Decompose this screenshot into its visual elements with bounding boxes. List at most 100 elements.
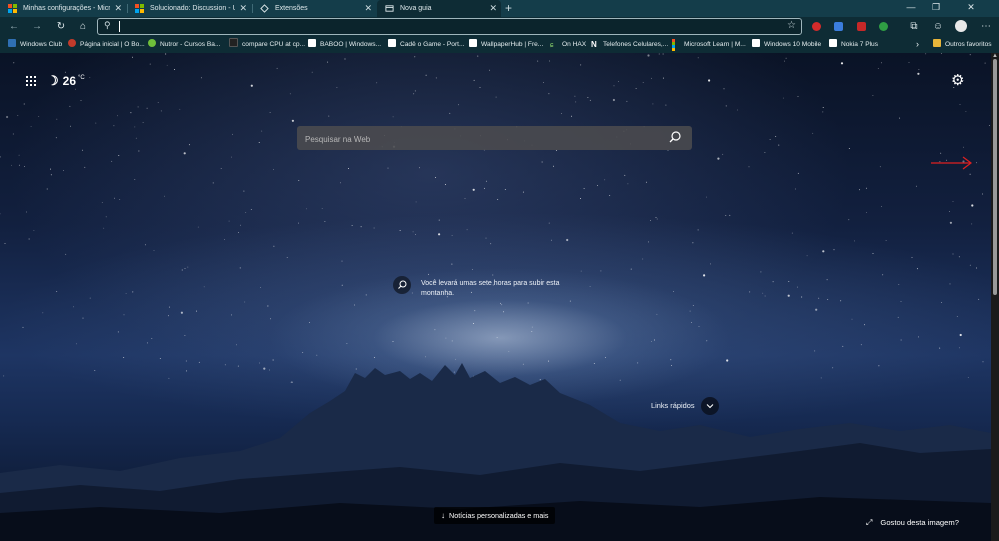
star-dot bbox=[341, 284, 343, 286]
translate-extension-icon[interactable] bbox=[834, 22, 843, 31]
minimize-window-icon[interactable]: — bbox=[900, 0, 922, 17]
apps-launcher-icon[interactable] bbox=[26, 76, 36, 86]
star-dot bbox=[142, 122, 144, 123]
star-dot bbox=[662, 77, 664, 79]
site-favicon-icon bbox=[229, 38, 238, 47]
other-favorites[interactable]: Outros favoritos bbox=[933, 36, 992, 53]
star-dot bbox=[123, 314, 125, 316]
star-dot bbox=[978, 298, 980, 300]
star-dot bbox=[692, 304, 694, 306]
star-dot bbox=[959, 104, 961, 106]
bookmark-item[interactable]: N Telefones Celulares,... bbox=[591, 36, 668, 53]
star-dot bbox=[76, 343, 77, 345]
star-dot bbox=[851, 318, 853, 320]
web-search-input[interactable] bbox=[303, 130, 657, 148]
feedback-icon[interactable]: ☺ bbox=[930, 17, 946, 36]
pdf-extension-icon[interactable] bbox=[857, 22, 866, 31]
star-dot bbox=[897, 316, 899, 318]
page-scrollbar[interactable]: ▲ bbox=[991, 53, 999, 541]
star-dot bbox=[569, 300, 571, 302]
close-tab-icon[interactable]: ✕ bbox=[364, 0, 372, 17]
star-dot bbox=[527, 302, 529, 304]
favorite-star-icon[interactable]: ☆ bbox=[787, 20, 796, 31]
forward-icon[interactable]: → bbox=[29, 17, 45, 36]
image-caption[interactable]: Você levará umas sete horas para subir e… bbox=[421, 279, 561, 299]
adblock-extension-icon[interactable] bbox=[812, 22, 821, 31]
star-dot bbox=[969, 264, 971, 266]
text-cursor bbox=[119, 21, 120, 32]
tab-extensoes[interactable]: Extensões ✕ bbox=[252, 0, 376, 17]
star-dot bbox=[348, 168, 349, 169]
star-dot bbox=[612, 98, 616, 102]
bookmark-label: WallpaperHub | Fre... bbox=[481, 41, 544, 48]
bookmark-item[interactable]: WallpaperHub | Fre... bbox=[469, 36, 543, 53]
refresh-icon[interactable]: ↻ bbox=[53, 17, 69, 36]
temperature-value: 26 bbox=[62, 74, 77, 88]
close-tab-icon[interactable]: ✕ bbox=[489, 0, 497, 17]
close-tab-icon[interactable]: ✕ bbox=[239, 0, 247, 17]
home-icon[interactable]: ⌂ bbox=[75, 17, 91, 36]
new-tab-plus-icon[interactable]: + bbox=[505, 0, 512, 16]
bookmark-label: Microsoft Learn | M... bbox=[684, 41, 746, 48]
bookmark-item[interactable]: compare CPU at cp... bbox=[229, 36, 305, 53]
star-dot bbox=[485, 180, 487, 182]
bookmark-item[interactable]: ɕ On HAX bbox=[550, 36, 586, 53]
bookmark-label: BABOO | Windows... bbox=[320, 41, 382, 48]
profile-avatar-icon[interactable] bbox=[955, 20, 967, 32]
windows-logo-icon bbox=[8, 39, 16, 47]
star-dot bbox=[250, 209, 252, 210]
tab-solucionado-discussion[interactable]: Solucionado: Discussion - Updat ✕ bbox=[127, 0, 251, 17]
tab-nova-guia[interactable]: Nova guia ✕ bbox=[377, 0, 501, 17]
image-info-button[interactable] bbox=[393, 276, 411, 294]
restore-window-icon[interactable]: ❐ bbox=[925, 0, 947, 17]
star-dot bbox=[12, 133, 14, 135]
star-dot bbox=[365, 294, 367, 296]
star-dot bbox=[787, 294, 790, 297]
star-dot bbox=[956, 316, 958, 318]
new-tab-page: ☽26°C ⚙ Você levará umas sete horas para… bbox=[0, 53, 991, 541]
quick-links-label[interactable]: Links rápidos bbox=[651, 401, 695, 410]
bookmark-label: Nutror - Cursos Ba... bbox=[160, 41, 221, 48]
star-dot bbox=[203, 286, 205, 288]
collections-icon[interactable]: ⧉ bbox=[906, 17, 922, 36]
bookmark-item[interactable]: Nutror - Cursos Ba... bbox=[148, 36, 220, 53]
star-dot bbox=[164, 195, 166, 197]
quick-links-toggle-button[interactable] bbox=[701, 397, 719, 415]
star-dot bbox=[444, 184, 446, 185]
personalized-news-button[interactable]: ↓ Notícias personalizadas e mais bbox=[434, 507, 556, 524]
like-image-button[interactable]: ⤢ Gostou desta imagem? bbox=[866, 518, 959, 528]
bookmark-item[interactable]: Microsoft Learn | M... bbox=[672, 36, 746, 53]
bookmarks-chevron-icon[interactable]: › bbox=[916, 36, 919, 53]
search-icon[interactable] bbox=[668, 130, 682, 144]
bookmark-item[interactable]: Nokia 7 Plus bbox=[829, 36, 878, 53]
tab-minhas-configuracoes[interactable]: Minhas configurações - Microsof ✕ bbox=[0, 0, 126, 17]
back-icon[interactable]: ← bbox=[6, 17, 22, 36]
address-bar[interactable]: ⚲ ☆ bbox=[97, 18, 802, 35]
star-dot bbox=[89, 77, 91, 79]
bookmark-item[interactable]: Cadê o Game - Port... bbox=[388, 36, 465, 53]
settings-more-icon[interactable]: ⋯ bbox=[978, 17, 994, 36]
star-dot bbox=[872, 95, 874, 97]
star-dot bbox=[814, 350, 816, 352]
page-settings-gear-icon[interactable]: ⚙ bbox=[951, 71, 964, 89]
star-dot bbox=[473, 323, 475, 324]
weather-widget[interactable]: ☽ 26 °C bbox=[47, 73, 85, 89]
bookmark-item[interactable]: Página inicial | O Bo... bbox=[68, 36, 145, 53]
star-dot bbox=[748, 166, 750, 168]
star-dot bbox=[531, 330, 533, 332]
bookmark-item[interactable]: Windows Club bbox=[8, 36, 62, 53]
star-dot bbox=[26, 211, 28, 213]
star-dot bbox=[244, 301, 246, 303]
star-dot bbox=[197, 226, 199, 228]
scrollbar-thumb[interactable] bbox=[993, 59, 997, 295]
close-tab-icon[interactable]: ✕ bbox=[114, 0, 122, 17]
bookmark-item[interactable]: BABOO | Windows... bbox=[308, 36, 381, 53]
star-dot bbox=[630, 268, 632, 270]
star-dot bbox=[574, 95, 576, 97]
extension-icon[interactable] bbox=[879, 22, 888, 31]
star-dot bbox=[647, 54, 650, 57]
bookmark-item[interactable]: Windows 10 Mobile bbox=[752, 36, 821, 53]
close-window-icon[interactable]: ✕ bbox=[960, 0, 982, 17]
tab-title: Minhas configurações - Microsof bbox=[23, 5, 110, 12]
star-dot bbox=[879, 166, 881, 168]
